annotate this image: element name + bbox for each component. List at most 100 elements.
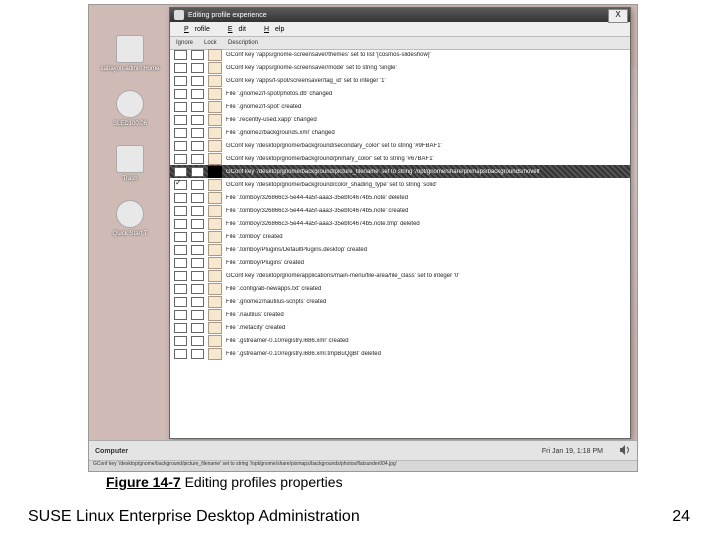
ignore-checkbox[interactable] <box>174 310 187 320</box>
desktop-icon-disc[interactable]: SLED100.06 <box>95 90 165 127</box>
ignore-checkbox[interactable] <box>174 154 187 164</box>
lock-checkbox[interactable] <box>191 102 204 112</box>
desktop-icon-label: Trash <box>95 176 165 182</box>
lock-checkbox[interactable] <box>191 89 204 99</box>
ignore-checkbox[interactable] <box>174 102 187 112</box>
table-row[interactable]: File '.gstreamer-0.10/registry.i686.xml.… <box>170 347 630 360</box>
lock-checkbox[interactable] <box>191 50 204 60</box>
ignore-checkbox[interactable] <box>174 193 187 203</box>
table-row[interactable]: GConf key '/desktop/gnome/background/pic… <box>170 165 630 178</box>
header-lock[interactable]: Lock <box>204 40 228 46</box>
table-row[interactable]: File '.tomboy/326866c3-5e44-4a5f-aaa3-35… <box>170 204 630 217</box>
status-line: GConf key '/desktop/gnome/background/pic… <box>89 460 637 471</box>
table-row[interactable]: GConf key '/apps/f-spot/screensaver/tag_… <box>170 74 630 87</box>
folder-icon <box>208 309 222 321</box>
ignore-checkbox[interactable] <box>174 284 187 294</box>
figure-label: Figure 14-7 <box>106 474 181 490</box>
volume-icon[interactable] <box>619 444 631 456</box>
ignore-checkbox[interactable] <box>174 89 187 99</box>
table-row[interactable]: File '.gnome2/f-spot' created <box>170 100 630 113</box>
folder-icon <box>208 153 222 165</box>
lock-checkbox[interactable] <box>191 167 204 177</box>
table-row[interactable]: File '.tomboy/Plugins' created <box>170 256 630 269</box>
lock-checkbox[interactable] <box>191 310 204 320</box>
table-row[interactable]: File '.tomboy' created <box>170 230 630 243</box>
lock-checkbox[interactable] <box>191 154 204 164</box>
ignore-checkbox[interactable] <box>174 349 187 359</box>
lock-checkbox[interactable] <box>191 245 204 255</box>
ignore-checkbox[interactable] <box>174 219 187 229</box>
menu-profile[interactable]: Profile <box>172 26 216 33</box>
profile-editor-window: Editing profile experience X Profile Edi… <box>169 7 631 439</box>
row-description: File '.tomboy/326866c3-5e44-4a5f-aaa3-35… <box>226 195 408 201</box>
ignore-checkbox[interactable] <box>174 297 187 307</box>
table-row[interactable]: File '.config/ab-newapps.txt' created <box>170 282 630 295</box>
lock-checkbox[interactable] <box>191 297 204 307</box>
table-row[interactable]: File '.tomboy/Plugins/DefaultPlugins.des… <box>170 243 630 256</box>
table-row[interactable]: File '.nautilus' created <box>170 308 630 321</box>
lock-checkbox[interactable] <box>191 284 204 294</box>
row-description: File '.tomboy/326866c3-5e44-4a5f-aaa3-35… <box>226 208 408 214</box>
table-row[interactable]: File '.tomboy/326866c3-5e44-4a5f-aaa3-35… <box>170 191 630 204</box>
table-row[interactable]: File '.gnome2/backgrounds.xml' changed <box>170 126 630 139</box>
table-row[interactable]: File '.gnome2/f-spot/photos.db' changed <box>170 87 630 100</box>
lock-checkbox[interactable] <box>191 180 204 190</box>
lock-checkbox[interactable] <box>191 232 204 242</box>
lock-checkbox[interactable] <box>191 193 204 203</box>
table-row[interactable]: GConf key '/desktop/gnome/applications/m… <box>170 269 630 282</box>
ignore-checkbox[interactable] <box>174 271 187 281</box>
lock-checkbox[interactable] <box>191 128 204 138</box>
table-row[interactable]: File '.recently-used.xapp' changed <box>170 113 630 126</box>
table-row[interactable]: GConf key '/desktop/gnome/background/pri… <box>170 152 630 165</box>
lock-checkbox[interactable] <box>191 63 204 73</box>
header-description[interactable]: Description <box>228 40 630 46</box>
table-row[interactable]: GConf key '/desktop/gnome/background/col… <box>170 178 630 191</box>
table-row[interactable]: File '.gnome2/nautilus-scripts' created <box>170 295 630 308</box>
close-button[interactable]: X <box>608 9 628 23</box>
lock-checkbox[interactable] <box>191 271 204 281</box>
desktop-icon-trash[interactable]: Trash <box>95 145 165 182</box>
lock-checkbox[interactable] <box>191 258 204 268</box>
lock-checkbox[interactable] <box>191 76 204 86</box>
row-description: File '.gnome2/f-spot/photos.db' changed <box>226 91 332 97</box>
table-row[interactable]: File '.tomboy/326866c3-5e44-4a5f-aaa3-35… <box>170 217 630 230</box>
menu-edit[interactable]: Edit <box>216 26 252 33</box>
taskbar-computer[interactable]: Computer <box>95 448 128 455</box>
row-description: GConf key '/desktop/gnome/background/sec… <box>226 143 442 149</box>
lock-checkbox[interactable] <box>191 141 204 151</box>
table-row[interactable]: File '.gstreamer-0.10/registry.i686.xml'… <box>170 334 630 347</box>
header-ignore[interactable]: Ignore <box>170 40 204 46</box>
titlebar[interactable]: Editing profile experience X <box>170 8 630 22</box>
ignore-checkbox[interactable] <box>174 245 187 255</box>
ignore-checkbox[interactable] <box>174 115 187 125</box>
desktop-icon-quickstart[interactable]: Quick Start T <box>95 200 165 237</box>
menu-help[interactable]: Help <box>252 26 290 33</box>
folder-icon <box>208 335 222 347</box>
ignore-checkbox[interactable] <box>174 141 187 151</box>
row-description: File '.gstreamer-0.10/registry.i686.xml'… <box>226 338 349 344</box>
row-description: GConf key '/apps/gnome-screensaver/mode'… <box>226 65 397 71</box>
ignore-checkbox[interactable] <box>174 50 187 60</box>
table-row[interactable]: GConf key '/desktop/gnome/background/sec… <box>170 139 630 152</box>
ignore-checkbox[interactable] <box>174 232 187 242</box>
ignore-checkbox[interactable] <box>174 206 187 216</box>
lock-checkbox[interactable] <box>191 336 204 346</box>
lock-checkbox[interactable] <box>191 206 204 216</box>
ignore-checkbox[interactable] <box>174 258 187 268</box>
ignore-checkbox[interactable] <box>174 180 187 190</box>
lock-checkbox[interactable] <box>191 349 204 359</box>
folder-icon <box>208 283 222 295</box>
ignore-checkbox[interactable] <box>174 323 187 333</box>
lock-checkbox[interactable] <box>191 323 204 333</box>
ignore-checkbox[interactable] <box>174 128 187 138</box>
lock-checkbox[interactable] <box>191 219 204 229</box>
desktop-icon-home[interactable]: sabayon-admin Home <box>95 35 165 72</box>
table-row[interactable]: GConf key '/apps/gnome-screensaver/theme… <box>170 48 630 61</box>
table-row[interactable]: File '.metacity' created <box>170 321 630 334</box>
ignore-checkbox[interactable] <box>174 63 187 73</box>
lock-checkbox[interactable] <box>191 115 204 125</box>
ignore-checkbox[interactable] <box>174 336 187 346</box>
table-row[interactable]: GConf key '/apps/gnome-screensaver/mode'… <box>170 61 630 74</box>
ignore-checkbox[interactable] <box>174 76 187 86</box>
ignore-checkbox[interactable] <box>174 167 187 177</box>
